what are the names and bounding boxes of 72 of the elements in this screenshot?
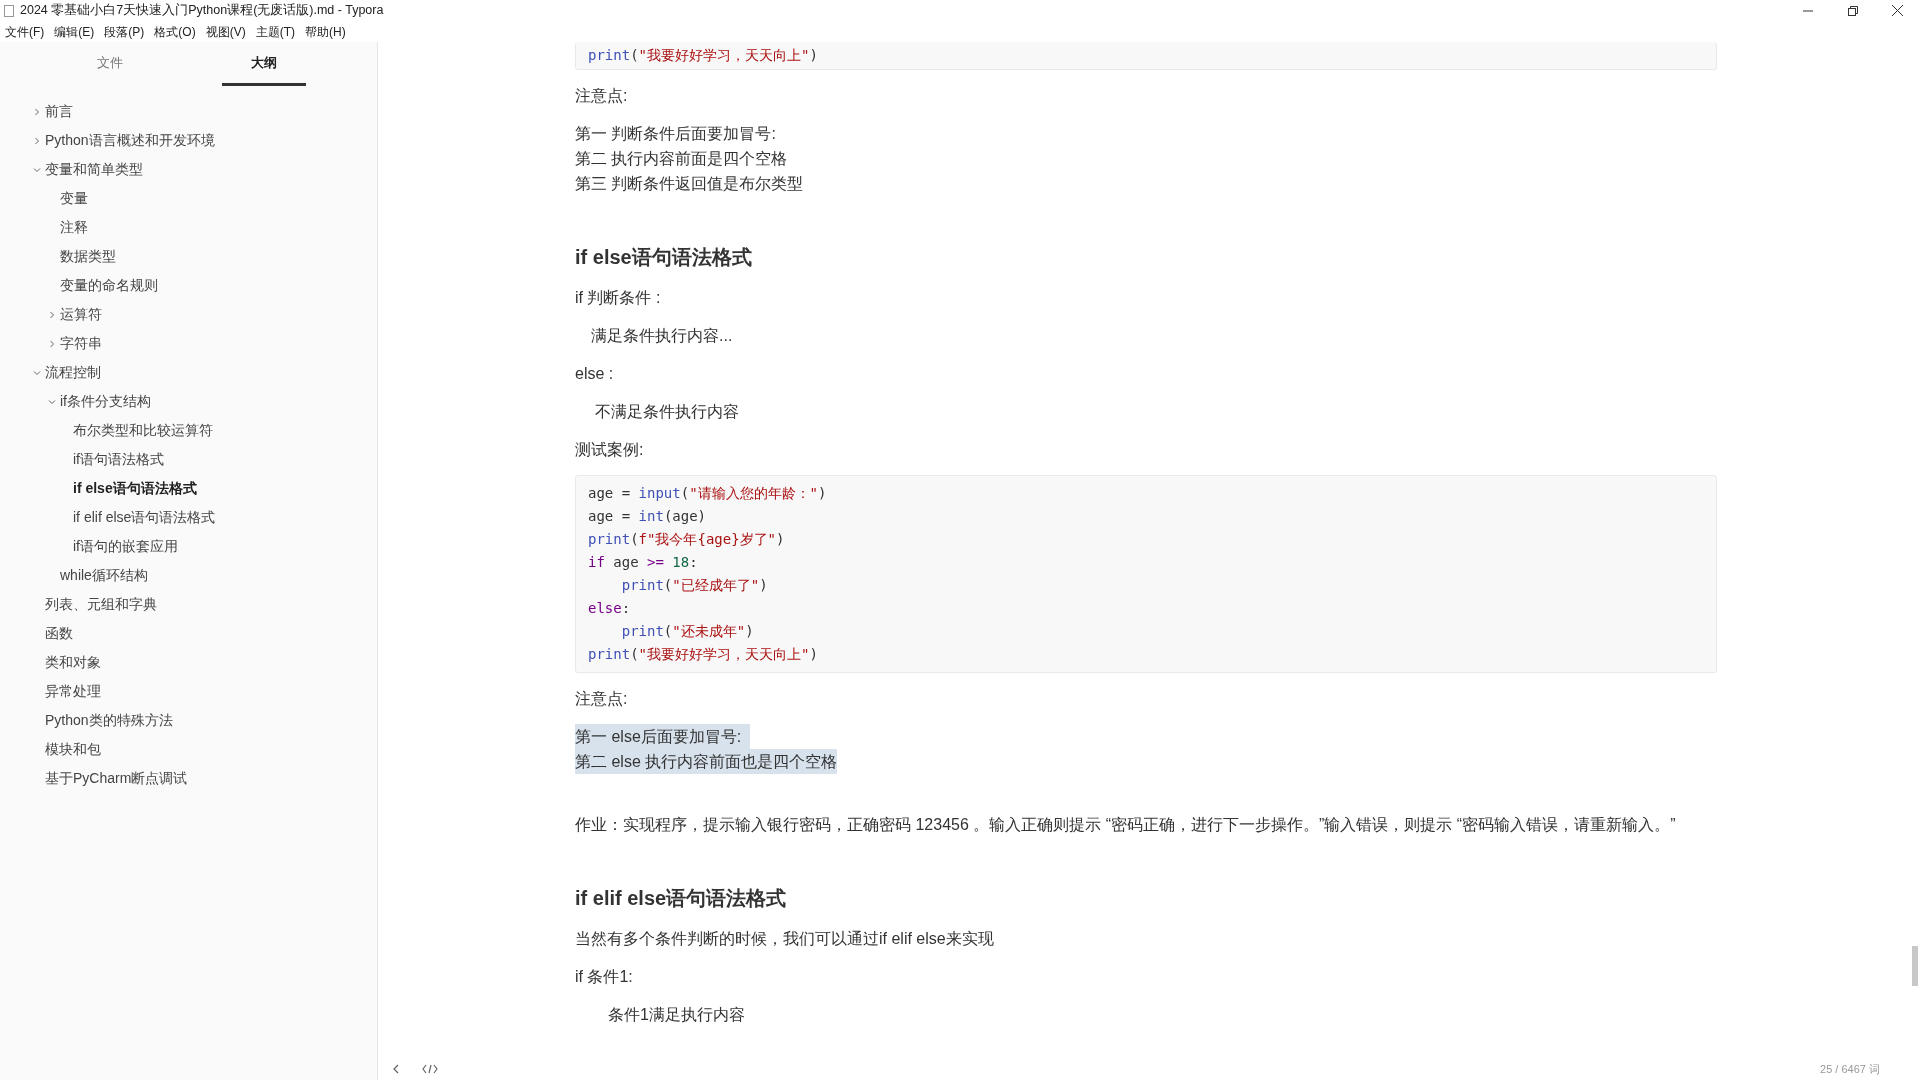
chevron-icon[interactable] [48, 339, 56, 348]
outline-item[interactable]: if语句语法格式 [73, 449, 164, 470]
paragraph: 不满足条件执行内容 [594, 402, 741, 422]
paragraph: 作业：实现程序，提示输入银行密码，正确密码 123456 。输入正确则提示 “密码正确，进行下一步操作。”输入错误，则提示 “密码输入错误，请重新输入。” [575, 815, 1677, 835]
paragraph: 当然有多个条件判断的时候，我们可以通过if elif else来实现 [575, 929, 995, 949]
outline-item[interactable]: 布尔类型和比较运算符 [73, 420, 213, 441]
outline-item[interactable]: 类和对象 [45, 652, 101, 673]
menu-item[interactable]: 帮助(H) [303, 22, 348, 41]
outline-item[interactable]: 运算符 [60, 304, 102, 325]
outline-item[interactable]: Python语言概述和开发环境 [45, 130, 215, 151]
paragraph: 测试案例: [575, 440, 645, 460]
outline-item[interactable]: 函数 [45, 623, 73, 644]
paragraph: if 条件1: [575, 967, 634, 987]
outline-item[interactable]: 变量 [60, 188, 88, 209]
outline-item[interactable]: if条件分支结构 [60, 391, 151, 412]
outline-item[interactable]: if else语句语法格式 [73, 478, 197, 499]
menu-item[interactable]: 格式(O) [152, 22, 198, 41]
chevron-icon[interactable] [33, 136, 41, 145]
paragraph: 条件1满足执行内容 [607, 1005, 746, 1025]
chevron-icon[interactable] [33, 107, 41, 116]
code-line: print("还未成年") [620, 622, 755, 641]
outline-item[interactable]: 流程控制 [45, 362, 101, 383]
code-line: print("已经成年了") [620, 576, 769, 595]
paragraph-line: 第三 判断条件返回值是布尔类型 [575, 174, 804, 194]
code-line: age = int(age) [588, 507, 708, 526]
outline-item[interactable]: 数据类型 [60, 246, 116, 267]
section-heading: if else语句语法格式 [575, 245, 753, 270]
menu-item[interactable]: 文件(F) [3, 22, 47, 41]
code-line: print("我要好好学习，天天向上") [588, 645, 819, 664]
collapse-sidebar-icon[interactable] [392, 1064, 400, 1074]
sidebar-tab[interactable]: 文件 [68, 42, 152, 86]
chevron-icon[interactable] [33, 165, 41, 174]
outline-item[interactable]: while循环结构 [60, 565, 148, 586]
outline-item[interactable]: 异常处理 [45, 681, 101, 702]
paragraph: 满足条件执行内容... [590, 326, 734, 346]
chevron-icon[interactable] [48, 310, 56, 319]
paragraph-line: 第一 判断条件后面要加冒号: [575, 124, 776, 144]
menu-item[interactable]: 视图(V) [203, 22, 248, 41]
chevron-icon[interactable] [48, 397, 56, 406]
code-line: print(f"我今年{age}岁了") [588, 530, 786, 549]
paragraph: if 判断条件 : [575, 288, 662, 308]
code-line: else: [588, 599, 632, 618]
outline-item[interactable]: if elif else语句语法格式 [73, 507, 216, 528]
paragraph: 注意点: [575, 86, 629, 106]
menu-item[interactable]: 段落(P) [102, 22, 147, 41]
outline-item[interactable]: 列表、元组和字典 [45, 594, 157, 615]
chevron-icon[interactable] [33, 368, 41, 377]
paragraph: else : [575, 364, 615, 384]
menu-item[interactable]: 主题(T) [253, 22, 297, 41]
menu-item[interactable]: 编辑(E) [52, 22, 97, 41]
code-line: if age >= 18: [588, 553, 699, 572]
outline-item[interactable]: 前言 [45, 101, 73, 122]
outline-item[interactable]: 基于PyCharm断点调试 [45, 768, 188, 789]
code-line: age = input("请输入您的年龄：") [588, 484, 828, 503]
close-icon [1892, 5, 1903, 16]
section-heading: if elif else语句语法格式 [575, 886, 788, 911]
window-title: 2024 零基础小白7天快速入门Python课程(无废话版).md - Typora [20, 2, 384, 20]
outline-item[interactable]: 变量的命名规则 [60, 275, 158, 296]
paragraph-line: 第二 执行内容前面是四个空格 [575, 149, 788, 169]
app-icon [4, 4, 14, 17]
outline-item[interactable]: 注释 [60, 217, 88, 238]
restore-icon [1847, 5, 1858, 16]
sidebar-tab[interactable]: 大纲 [222, 42, 306, 86]
outline-item[interactable]: 变量和简单类型 [45, 159, 143, 180]
code-line: print("我要好好学习，天天向上") [588, 46, 819, 65]
outline-item[interactable]: 模块和包 [45, 739, 101, 760]
outline-item[interactable]: 字符串 [60, 333, 102, 354]
paragraph: 注意点: [575, 689, 629, 709]
scrollbar-thumb[interactable] [1912, 946, 1918, 986]
source-code-icon[interactable] [422, 1064, 438, 1074]
outline-item[interactable]: if语句的嵌套应用 [73, 536, 178, 557]
outline-item[interactable]: Python类的特殊方法 [45, 710, 173, 731]
